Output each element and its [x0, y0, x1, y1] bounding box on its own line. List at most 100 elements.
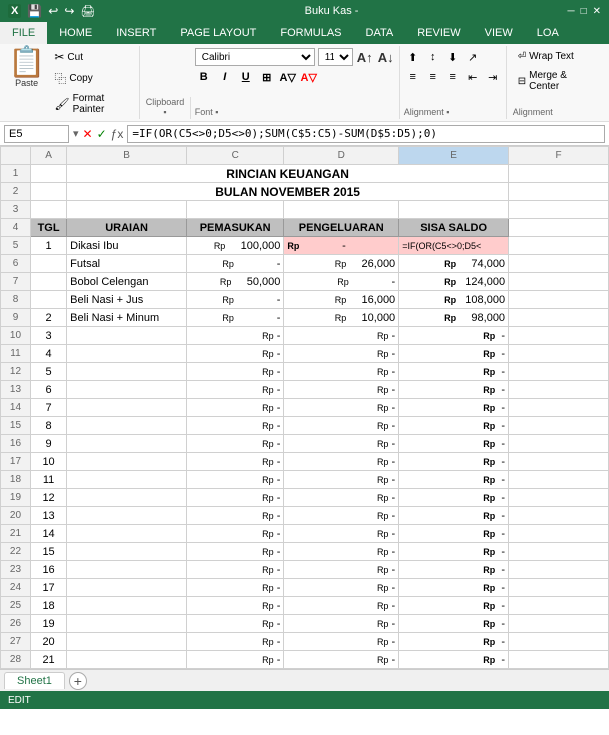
fill-color-button[interactable]: A▽	[279, 68, 297, 86]
cell-uraian[interactable]	[67, 633, 187, 651]
col-header-E[interactable]: E	[399, 147, 509, 165]
cell-uraian[interactable]	[67, 507, 187, 525]
cell-saldo[interactable]: Rp -	[399, 435, 509, 453]
cell-uraian-8[interactable]: Beli Nasi + Jus	[67, 291, 187, 309]
quick-access-save[interactable]: 💾	[27, 4, 42, 18]
cell-saldo[interactable]: Rp -	[399, 399, 509, 417]
cell-pem[interactable]: Rp -	[186, 525, 283, 543]
file-tab[interactable]: FILE	[0, 22, 47, 44]
cell-pem[interactable]: Rp -	[186, 561, 283, 579]
cell-pen-8[interactable]: Rp 16,000	[284, 291, 399, 309]
cell-F3[interactable]	[509, 201, 609, 219]
cell-C3[interactable]	[186, 201, 283, 219]
cell-pen[interactable]: Rp -	[284, 597, 399, 615]
cell-pen[interactable]: Rp -	[284, 417, 399, 435]
cell-F7[interactable]	[509, 273, 609, 291]
col-header-A[interactable]: A	[30, 147, 66, 165]
cell-saldo[interactable]: Rp -	[399, 615, 509, 633]
italic-button[interactable]: I	[216, 68, 234, 86]
cancel-formula-icon[interactable]: ✕	[83, 127, 93, 141]
name-box-arrow[interactable]: ▾	[73, 127, 79, 140]
align-bottom-button[interactable]: ⬇	[444, 48, 462, 66]
col-header-D[interactable]: D	[284, 147, 399, 165]
tab-data[interactable]: DATA	[354, 22, 406, 44]
cell-reference-box[interactable]	[4, 125, 69, 143]
cell-pen[interactable]: Rp -	[284, 543, 399, 561]
cell-saldo[interactable]: Rp -	[399, 417, 509, 435]
insert-function-icon[interactable]: ƒx	[111, 127, 124, 141]
col-header-C[interactable]: C	[186, 147, 283, 165]
cell-pem-8[interactable]: Rp -	[186, 291, 283, 309]
cell-pen[interactable]: Rp -	[284, 633, 399, 651]
cell-tgl[interactable]: 13	[30, 507, 66, 525]
cell-saldo[interactable]: Rp -	[399, 633, 509, 651]
cell-uraian-5[interactable]: Dikasi Ibu	[67, 237, 187, 255]
col-header-F[interactable]: F	[509, 147, 609, 165]
cell-uraian[interactable]	[67, 471, 187, 489]
tab-review[interactable]: REVIEW	[405, 22, 472, 44]
cell-tgl[interactable]: 10	[30, 453, 66, 471]
cell-tgl[interactable]: 21	[30, 651, 66, 669]
cell-saldo[interactable]: Rp -	[399, 561, 509, 579]
cell-uraian[interactable]	[67, 543, 187, 561]
align-middle-button[interactable]: ↕	[424, 48, 442, 66]
cell-saldo[interactable]: Rp -	[399, 525, 509, 543]
maximize-icon[interactable]: □	[581, 6, 587, 17]
orient-button[interactable]: ↗	[464, 48, 482, 66]
cell-pem[interactable]: Rp -	[186, 453, 283, 471]
cell-tgl[interactable]: 7	[30, 399, 66, 417]
quick-access-undo[interactable]: ↩	[48, 4, 58, 18]
cell-uraian[interactable]	[67, 363, 187, 381]
cell-saldo[interactable]: Rp -	[399, 543, 509, 561]
cell-tgl[interactable]: 16	[30, 561, 66, 579]
tab-formulas[interactable]: FORMULAS	[268, 22, 353, 44]
cell-uraian[interactable]	[67, 399, 187, 417]
font-size-select[interactable]: 11	[318, 48, 353, 66]
cell-tgl-8[interactable]	[30, 291, 66, 309]
add-sheet-button[interactable]: +	[69, 672, 87, 690]
cell-F5[interactable]	[509, 237, 609, 255]
cell-uraian[interactable]	[67, 381, 187, 399]
cell-pen[interactable]: Rp -	[284, 507, 399, 525]
merge-center-button[interactable]: ⊟ Merge & Center	[513, 67, 599, 95]
underline-button[interactable]: U	[237, 68, 255, 86]
cell-pem[interactable]: Rp -	[186, 345, 283, 363]
cell-tgl[interactable]: 20	[30, 633, 66, 651]
cell-uraian[interactable]	[67, 597, 187, 615]
cell-pem[interactable]: Rp -	[186, 471, 283, 489]
cell-pen[interactable]: Rp -	[284, 615, 399, 633]
cell-pen[interactable]: Rp -	[284, 579, 399, 597]
cell-pem[interactable]: Rp -	[186, 597, 283, 615]
cell-uraian[interactable]	[67, 345, 187, 363]
cell-pem-9[interactable]: Rp -	[186, 309, 283, 327]
cell-saldo-7[interactable]: Rp 124,000	[399, 273, 509, 291]
cell-pen[interactable]: Rp -	[284, 381, 399, 399]
cell-saldo[interactable]: Rp -	[399, 489, 509, 507]
cell-pem[interactable]: Rp -	[186, 381, 283, 399]
confirm-formula-icon[interactable]: ✓	[97, 127, 107, 141]
cell-pem[interactable]: Rp -	[186, 489, 283, 507]
cell-tgl[interactable]: 19	[30, 615, 66, 633]
format-painter-button[interactable]: 🖌 Format Painter	[49, 91, 135, 117]
indent-increase-button[interactable]: ⇥	[484, 68, 502, 86]
bold-button[interactable]: B	[195, 68, 213, 86]
cell-pen[interactable]: Rp -	[284, 525, 399, 543]
cell-tgl-7[interactable]	[30, 273, 66, 291]
cell-tgl[interactable]: 5	[30, 363, 66, 381]
cut-button[interactable]: ✂ Cut	[49, 48, 135, 66]
cell-pem[interactable]: Rp -	[186, 651, 283, 669]
cell-pen-5[interactable]: Rp -	[284, 237, 399, 255]
cell-tgl-5[interactable]: 1	[30, 237, 66, 255]
sheet-tab-sheet1[interactable]: Sheet1	[4, 672, 65, 689]
minimize-icon[interactable]: ─	[567, 6, 574, 17]
cell-tgl[interactable]: 15	[30, 543, 66, 561]
cell-saldo-8[interactable]: Rp 108,000	[399, 291, 509, 309]
cell-A2[interactable]	[30, 183, 66, 201]
cell-tgl[interactable]: 12	[30, 489, 66, 507]
cell-pen-7[interactable]: Rp -	[284, 273, 399, 291]
cell-uraian[interactable]	[67, 417, 187, 435]
align-top-button[interactable]: ⬆	[404, 48, 422, 66]
tab-pagelayout[interactable]: PAGE LAYOUT	[168, 22, 268, 44]
cell-pen[interactable]: Rp -	[284, 435, 399, 453]
cell-A1[interactable]	[30, 165, 66, 183]
